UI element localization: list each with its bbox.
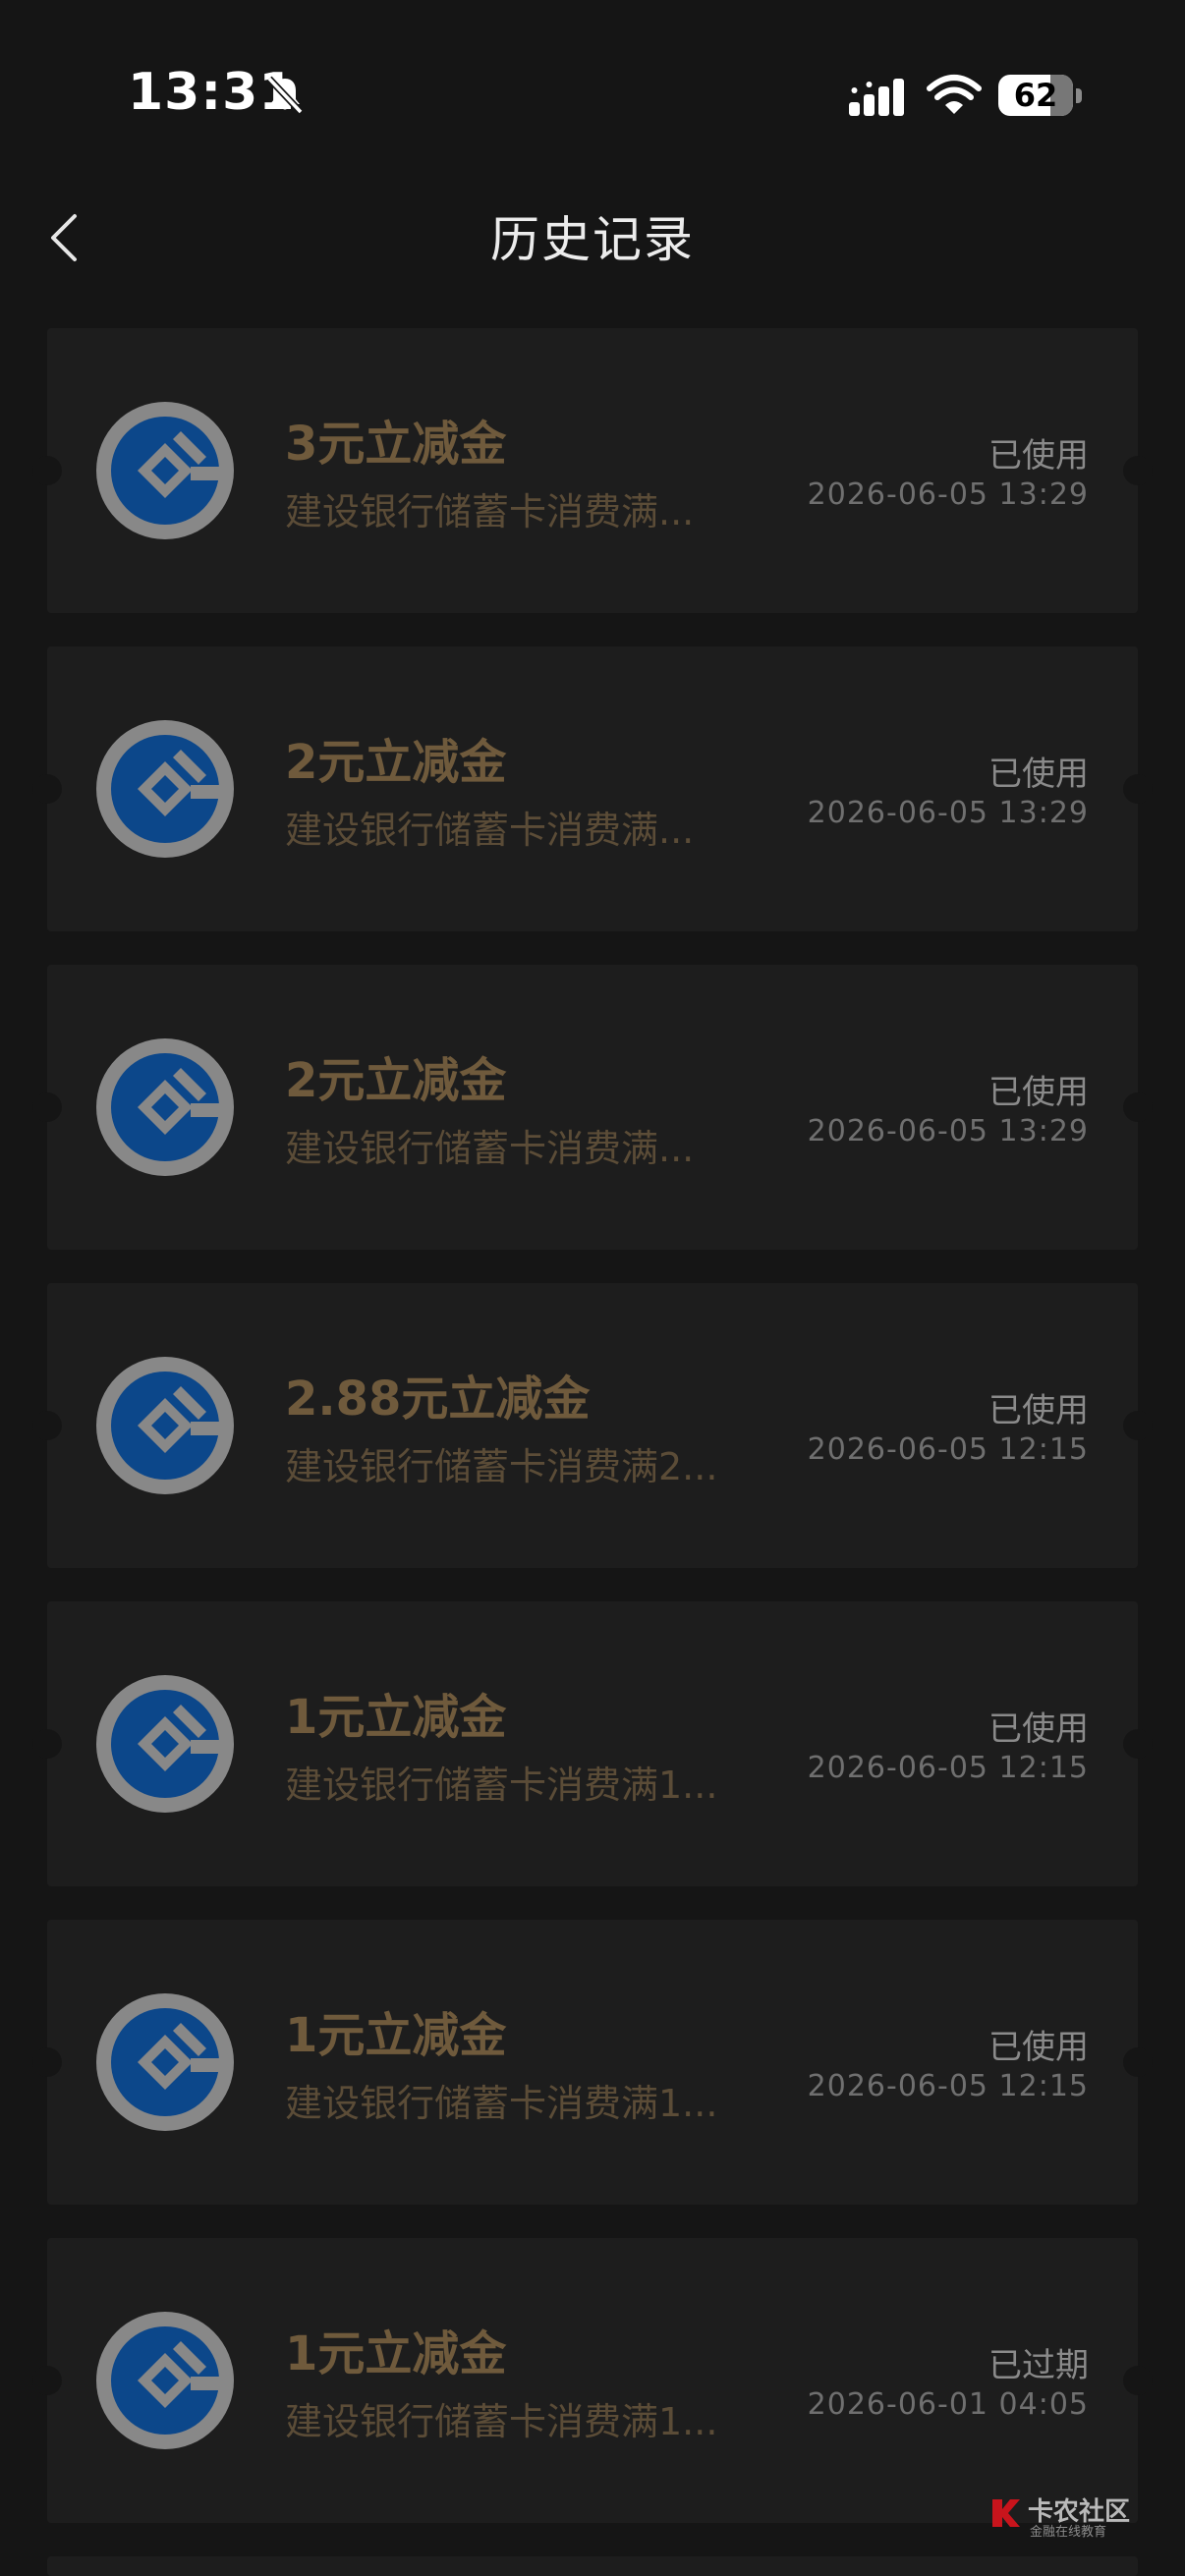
- coupon-title: 1元立减金: [285, 2008, 507, 2063]
- coupon-description: 建设银行储蓄卡消费满2...: [285, 1445, 718, 1488]
- coupon-date: 2026-06-05 12:15: [807, 2069, 1089, 2103]
- card-notch-right: [1123, 1729, 1153, 1759]
- card-notch-right: [1123, 774, 1153, 804]
- coupon-status: 已使用: [988, 755, 1089, 794]
- card-notch-left: [32, 2047, 62, 2077]
- coupon-title: 2.88元立减金: [285, 1372, 591, 1427]
- coupon-status: 已使用: [988, 1073, 1089, 1112]
- watermark: 卡农社区 金融在线教育: [988, 2492, 1136, 2541]
- ccb-bank-logo-icon: [96, 1357, 234, 1494]
- card-notch-right: [1123, 456, 1153, 485]
- coupon-card[interactable]: 2.88元立减金 建设银行储蓄卡消费满2... 已使用 2026-06-05 1…: [32, 1283, 1153, 1568]
- coupon-description: 建设银行储蓄卡消费满1...: [285, 2400, 718, 2443]
- watermark-subtext: 金融在线教育: [1030, 2525, 1107, 2540]
- coupon-date: 2026-06-05 13:29: [807, 477, 1089, 512]
- coupon-title: 2元立减金: [285, 1053, 507, 1108]
- card-notch-right: [1123, 1092, 1153, 1122]
- coupon-date: 2026-06-05 12:15: [807, 1751, 1089, 1785]
- coupon-description: 建设银行储蓄卡消费满...: [285, 1127, 695, 1170]
- coupon-card[interactable]: 1元立减金 建设银行储蓄卡消费满1... 已使用 2026-06-05 12:1…: [32, 1920, 1153, 2205]
- ccb-bank-logo-icon: [96, 720, 234, 858]
- ccb-bank-logo-icon: [96, 2312, 234, 2449]
- coupon-title: 1元立减金: [285, 1690, 507, 1745]
- coupon-card-partial[interactable]: [47, 2556, 1138, 2576]
- coupon-status: 已使用: [988, 1709, 1089, 1749]
- battery-cap: [1076, 88, 1082, 103]
- coupon-status: 已使用: [988, 2028, 1089, 2067]
- page-title: 历史记录: [490, 211, 695, 268]
- card-notch-left: [32, 456, 62, 485]
- coupon-date: 2026-06-05 13:29: [807, 1114, 1089, 1148]
- ccb-bank-logo-icon: [96, 402, 234, 539]
- coupon-description: 建设银行储蓄卡消费满1...: [285, 2082, 718, 2125]
- coupon-date: 2026-06-05 12:15: [807, 1432, 1089, 1467]
- bell-slash-icon: [263, 73, 307, 116]
- wifi-icon: [926, 73, 983, 116]
- coupon-status: 已过期: [988, 2346, 1089, 2385]
- coupon-description: 建设银行储蓄卡消费满...: [285, 809, 695, 852]
- coupon-card[interactable]: 1元立减金 建设银行储蓄卡消费满1... 已过期 2026-06-01 04:0…: [32, 2238, 1153, 2523]
- cellular-signal-icon: [847, 77, 908, 118]
- card-notch-left: [32, 1411, 62, 1440]
- ccb-bank-logo-icon: [96, 1038, 234, 1176]
- card-notch-left: [32, 774, 62, 804]
- ccb-bank-logo-icon: [96, 1675, 234, 1813]
- card-notch-left: [32, 1729, 62, 1759]
- coupon-title: 3元立减金: [285, 417, 507, 472]
- coupon-card[interactable]: 2元立减金 建设银行储蓄卡消费满... 已使用 2026-06-05 13:29: [32, 646, 1153, 931]
- status-bar: 13:31 62: [0, 0, 1185, 187]
- coupon-status: 已使用: [988, 1391, 1089, 1430]
- coupon-title: 1元立减金: [285, 2326, 507, 2381]
- card-notch-left: [32, 1092, 62, 1122]
- card-notch-right: [1123, 1411, 1153, 1440]
- coupon-description: 建设银行储蓄卡消费满1...: [285, 1764, 718, 1807]
- coupon-date: 2026-06-01 04:05: [807, 2387, 1089, 2422]
- battery-level: 62: [1013, 77, 1058, 114]
- battery-indicator: 62: [998, 75, 1073, 116]
- coupon-status: 已使用: [988, 436, 1089, 476]
- coupon-description: 建设银行储蓄卡消费满...: [285, 490, 695, 533]
- card-notch-right: [1123, 2366, 1153, 2395]
- card-notch-left: [32, 2366, 62, 2395]
- watermark-logo-icon: [992, 2499, 1020, 2527]
- coupon-card[interactable]: 2元立减金 建设银行储蓄卡消费满... 已使用 2026-06-05 13:29: [32, 965, 1153, 1250]
- ccb-bank-logo-icon: [96, 1993, 234, 2131]
- nav-bar: 历史记录: [0, 187, 1185, 324]
- coupon-card[interactable]: 1元立减金 建设银行储蓄卡消费满1... 已使用 2026-06-05 12:1…: [32, 1601, 1153, 1886]
- coupon-date: 2026-06-05 13:29: [807, 796, 1089, 830]
- card-notch-right: [1123, 2047, 1153, 2077]
- coupon-title: 2元立减金: [285, 735, 507, 790]
- coupon-card[interactable]: 3元立减金 建设银行储蓄卡消费满... 已使用 2026-06-05 13:29: [32, 328, 1153, 613]
